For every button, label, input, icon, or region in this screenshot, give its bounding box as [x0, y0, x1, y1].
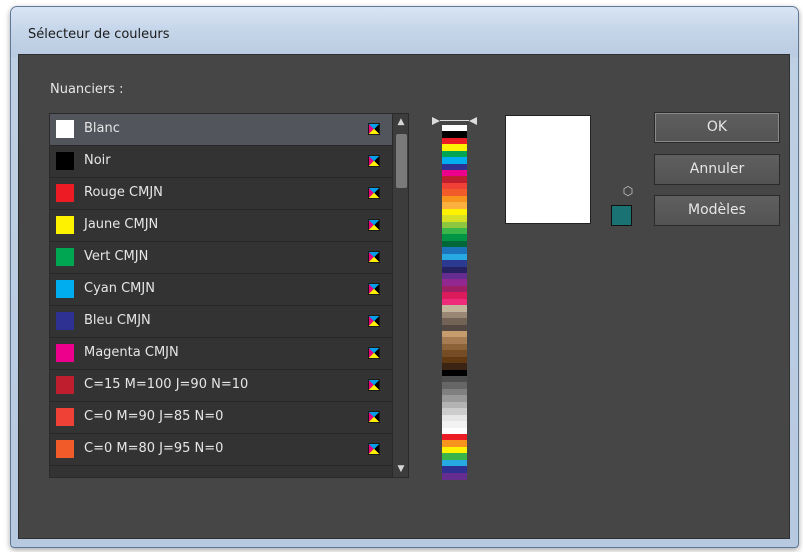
swatch-row[interactable]: Blanc: [50, 114, 392, 146]
cmyk-process-icon: [368, 123, 380, 135]
swatch-row[interactable]: C=0 M=80 J=95 N=0: [50, 434, 392, 466]
swatch-name: Jaune CMJN: [84, 217, 159, 232]
swatch-row[interactable]: Noir: [50, 146, 392, 178]
swatch-name: Bleu CMJN: [84, 313, 151, 328]
scroll-down-arrow-icon[interactable]: ▼: [393, 461, 408, 477]
swatch-name: C=0 M=90 J=85 N=0: [84, 409, 224, 424]
web-safe-color-swatch[interactable]: [611, 205, 632, 226]
cube-icon: ⬡: [622, 184, 634, 198]
swatch-row[interactable]: C=0 M=90 J=85 N=0: [50, 402, 392, 434]
cmyk-process-icon: [368, 251, 380, 263]
swatch-row[interactable]: C=15 M=100 J=90 N=10: [50, 370, 392, 402]
swatch-color-chip: [56, 376, 74, 394]
swatch-color-chip: [56, 152, 74, 170]
swatch-color-chip: [56, 344, 74, 362]
swatch-name: Vert CMJN: [84, 249, 149, 264]
swatch-name: Magenta CMJN: [84, 345, 179, 360]
swatch-color-chip: [56, 312, 74, 330]
cmyk-process-icon: [368, 411, 380, 423]
cmyk-process-icon: [368, 283, 380, 295]
title-bar[interactable]: Sélecteur de couleurs: [11, 7, 798, 57]
cmyk-process-icon: [368, 347, 380, 359]
swatch-color-chip: [56, 216, 74, 234]
spectrum-band: [442, 472, 467, 480]
swatch-row[interactable]: Bleu CMJN: [50, 306, 392, 338]
swatch-name: Noir: [84, 153, 111, 168]
swatch-name: C=0 M=80 J=95 N=0: [84, 441, 224, 456]
swatch-color-chip: [56, 408, 74, 426]
models-button[interactable]: Modèles: [654, 195, 780, 226]
swatch-row[interactable]: Vert CMJN: [50, 242, 392, 274]
cmyk-process-icon: [368, 379, 380, 391]
cmyk-process-icon: [368, 443, 380, 455]
scroll-thumb[interactable]: [396, 134, 407, 188]
spectrum-indicator: [440, 120, 469, 121]
color-preview: [505, 115, 591, 224]
window-title: Sélecteur de couleurs: [28, 27, 170, 42]
swatch-name: Cyan CMJN: [84, 281, 155, 296]
swatch-color-chip: [56, 184, 74, 202]
cmyk-process-icon: [368, 187, 380, 199]
color-spectrum[interactable]: [432, 117, 477, 480]
swatches-scrollbar[interactable]: ▲ ▼: [392, 114, 408, 477]
spectrum-left-marker-icon[interactable]: [432, 117, 440, 125]
swatch-row[interactable]: Magenta CMJN: [50, 338, 392, 370]
swatches-label: Nuanciers :: [50, 82, 124, 97]
cmyk-process-icon: [368, 315, 380, 327]
dialog-body: Nuanciers : Blanc Noir Rouge CMJN Jaune CMJ…: [18, 54, 790, 539]
cmyk-process-icon: [368, 155, 380, 167]
swatch-row[interactable]: Rouge CMJN: [50, 178, 392, 210]
ok-button[interactable]: OK: [654, 112, 780, 143]
scroll-up-arrow-icon[interactable]: ▲: [393, 114, 408, 130]
color-picker-dialog: Sélecteur de couleurs Nuanciers : Blanc N…: [10, 6, 799, 548]
swatch-color-chip: [56, 440, 74, 458]
swatches-list[interactable]: Blanc Noir Rouge CMJN Jaune CMJN Vert CMJN Cy…: [49, 113, 409, 478]
swatch-name: Rouge CMJN: [84, 185, 163, 200]
spectrum-right-marker-icon[interactable]: [469, 117, 477, 125]
swatch-name: Blanc: [84, 121, 120, 136]
swatch-color-chip: [56, 120, 74, 138]
swatch-color-chip: [56, 248, 74, 266]
swatch-row[interactable]: Jaune CMJN: [50, 210, 392, 242]
swatch-color-chip: [56, 280, 74, 298]
swatch-row[interactable]: Cyan CMJN: [50, 274, 392, 306]
swatch-name: C=15 M=100 J=90 N=10: [84, 377, 249, 392]
cancel-button[interactable]: Annuler: [654, 154, 780, 185]
cmyk-process-icon: [368, 219, 380, 231]
